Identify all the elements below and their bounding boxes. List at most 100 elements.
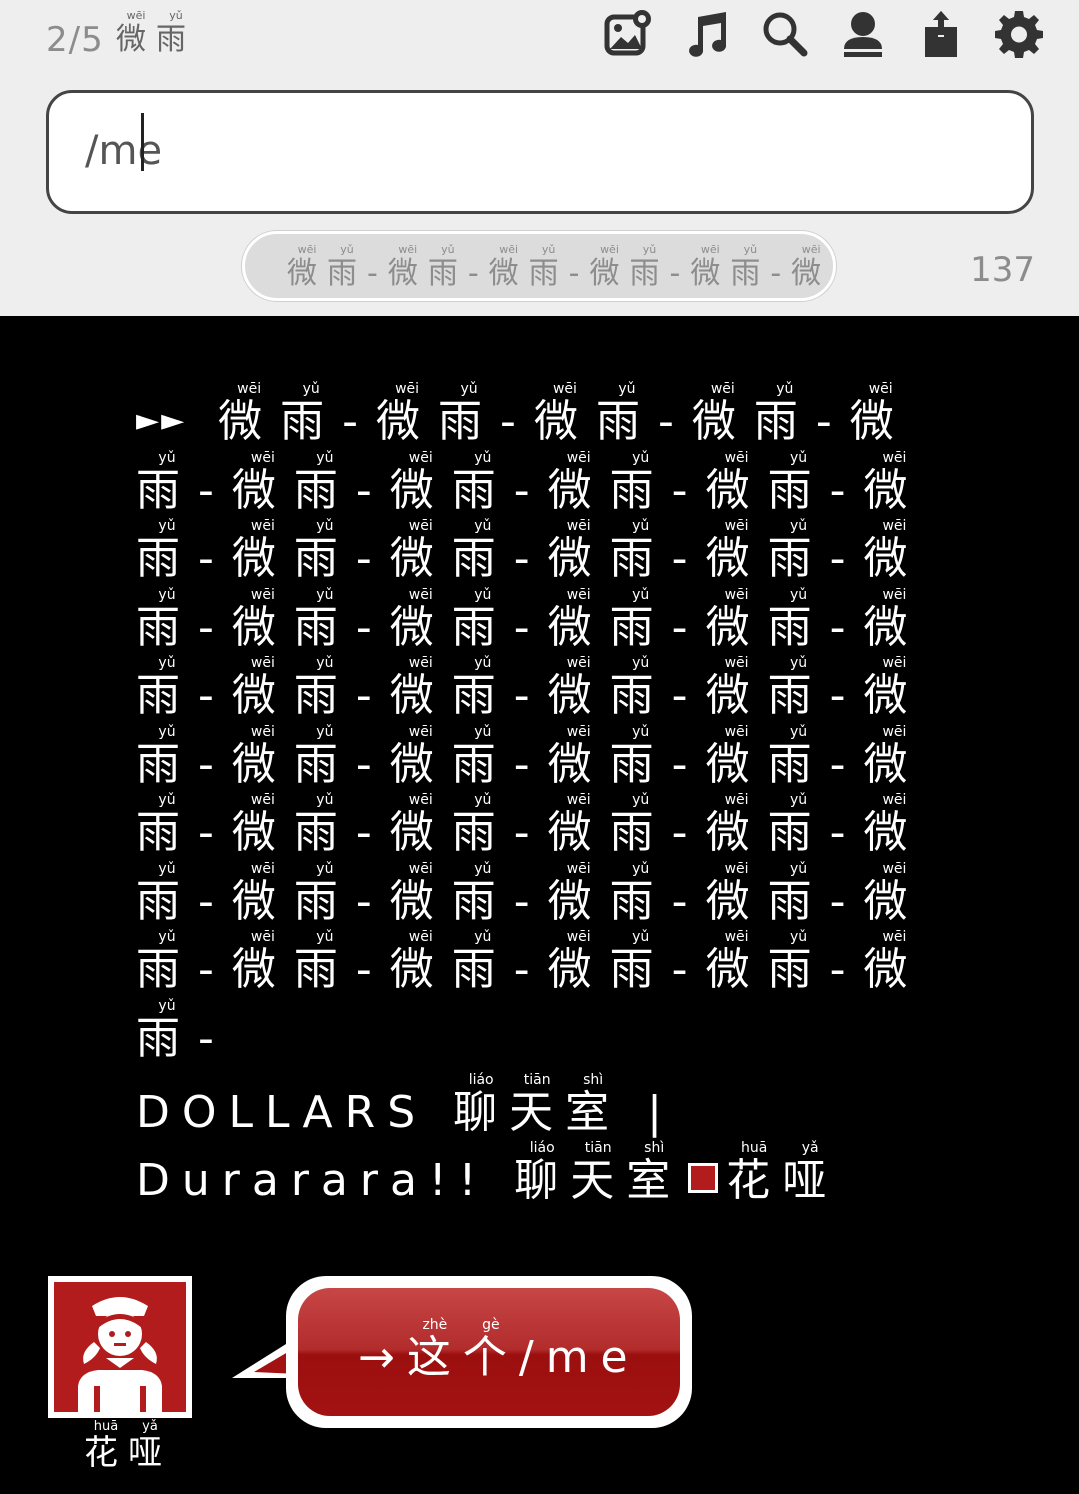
ruby-char: 雨yǔ (293, 655, 356, 721)
ruby-char: 微wēi (705, 929, 768, 995)
share-button[interactable] (911, 6, 971, 62)
ruby-char: 雨yǔ (451, 929, 514, 995)
settings-button[interactable] (989, 6, 1049, 62)
ruby-char: 雨yǔ (451, 723, 514, 790)
plain-char: - (355, 944, 390, 995)
history-preview-text: 微wēi雨yǔ-微wēi雨yǔ-微wēi雨yǔ-微wēi雨yǔ-微wēi雨yǔ-… (287, 243, 833, 292)
ruby-char: 微wēi (705, 723, 768, 790)
ruby-char: 微wēi (705, 518, 768, 584)
toolbar (599, 6, 1049, 62)
plain-char: - (355, 738, 390, 790)
ruby-char: 微wēi (231, 518, 294, 584)
plain-char: - (568, 256, 590, 291)
avatar[interactable] (48, 1276, 192, 1418)
plain-char: - (355, 601, 390, 653)
ruby-char: 微wēi (705, 449, 768, 516)
music-icon (689, 12, 727, 57)
ruby-char: 雨yǔ (767, 449, 830, 516)
ruby-char: 微wēi (389, 449, 452, 516)
ruby-char: 微wēi (231, 655, 294, 721)
ruby-char: 微wēi (389, 723, 452, 790)
ruby-char: 微wēi (231, 929, 294, 995)
ruby-char: 聊liáo (514, 1140, 571, 1206)
music-button[interactable] (677, 6, 737, 62)
ruby-char: 雨yǔ (293, 723, 356, 790)
ruby-char: 微wēi (547, 860, 610, 927)
plain-char: - (671, 944, 706, 995)
text-caret (141, 113, 144, 171)
ruby-char: 雨yǔ (451, 655, 514, 721)
ruby-char: 雨yǔ (767, 655, 830, 721)
plain-char: - (513, 533, 548, 584)
ruby-char: 微wēi (849, 381, 912, 447)
ruby-char: 雨yǔ (327, 243, 367, 291)
ruby-char: 雨yǔ (767, 723, 830, 790)
plain-char: - (829, 807, 864, 858)
ruby-char: 雨yǔ (609, 792, 672, 858)
ruby-char: 微wēi (547, 586, 610, 653)
ruby-char: 微wēi (231, 792, 294, 858)
ruby-char: 微wēi (533, 381, 596, 447)
speech-bubble: →这zhè个gè/me (286, 1276, 692, 1428)
plain-char: - (671, 533, 706, 584)
plain-char: - (829, 875, 864, 927)
chat-log[interactable]: ►► 微wēi雨yǔ-微wēi雨yǔ-微wēi雨yǔ-微wēi雨yǔ-微wēi雨… (0, 316, 1079, 1494)
ruby-char: 微wēi (705, 792, 768, 858)
message-box[interactable] (46, 90, 1034, 214)
ruby-char: 微wēi (863, 792, 926, 858)
ruby-char: 哑yǎ (782, 1140, 839, 1206)
ruby-char: 雨yǔ (280, 381, 343, 447)
message-author: 花huā哑yǎ (84, 1419, 172, 1474)
ruby-char: 微wēi (376, 381, 439, 447)
user-button[interactable] (833, 6, 893, 62)
ruby-char: 微wēi (863, 586, 926, 653)
plain-char: - (198, 601, 232, 653)
ruby-char: 雨yǔ (451, 792, 514, 858)
ruby-char: 微wēi (389, 792, 452, 858)
ruby-char: 这zhè (406, 1317, 463, 1383)
ruby-char: 雨yǔ (767, 518, 830, 584)
room-banner: DOLLARS 聊liáo天tiān室shì | Durarara!! 聊liá… (136, 1072, 1006, 1215)
ruby-char: 雨yǔ (293, 929, 356, 995)
ruby-char: 微wēi (488, 243, 529, 291)
ruby-char: 雨yǔ (609, 586, 672, 653)
room-name-text: 微wēi雨yǔ (116, 9, 196, 57)
system-message-body: 微wēi雨yǔ-微wēi雨yǔ-微wēi雨yǔ-微wēi雨yǔ-微wēi雨yǔ-… (136, 381, 926, 1064)
ruby-char: 微wēi (691, 381, 754, 447)
plain-char: - (657, 396, 692, 447)
message-input[interactable] (85, 121, 985, 181)
ruby-char: 微wēi (231, 723, 294, 790)
share-icon (925, 11, 957, 57)
ruby-char: 微wēi (863, 723, 926, 790)
plain-char: /me (518, 1332, 640, 1383)
ruby-char: 雨yǔ (136, 792, 198, 858)
ruby-char: 雨yǔ (293, 792, 356, 858)
plain-char: - (671, 875, 706, 927)
ruby-char: 微wēi (231, 860, 294, 927)
ruby-char: 雨yǔ (136, 997, 198, 1064)
room-owner-name: 花huā哑yǎ (726, 1140, 839, 1206)
plain-char: - (500, 396, 534, 447)
ruby-char: 花huā (726, 1140, 783, 1206)
search-button[interactable] (755, 6, 815, 62)
ruby-char: 雨yǔ (767, 860, 830, 927)
ruby-char: 微wēi (547, 518, 610, 584)
ruby-char: 微wēi (547, 723, 610, 790)
ruby-char: 雨yǔ (609, 449, 672, 516)
plain-char: - (467, 256, 489, 291)
image-button[interactable] (599, 6, 659, 62)
plain-char: - (198, 464, 232, 516)
ruby-char: 微wēi (389, 655, 452, 721)
ruby-char: 雨yǔ (438, 381, 501, 447)
plain-char: Durarara!! (136, 1155, 489, 1206)
message-history-preview[interactable]: 微wēi雨yǔ-微wēi雨yǔ-微wēi雨yǔ-微wēi雨yǔ-微wēi雨yǔ-… (242, 231, 836, 301)
ruby-char: 雨yǔ (293, 449, 356, 516)
plain-char: - (198, 944, 232, 995)
ruby-char: 雨yǔ (451, 449, 514, 516)
plain-char: - (355, 464, 390, 516)
ruby-char: 雨yǔ (136, 860, 198, 927)
ruby-char: 雨yǔ (136, 449, 198, 516)
ruby-char: 微wēi (547, 792, 610, 858)
ruby-char: 雨yǔ (451, 586, 514, 653)
search-icon (763, 12, 808, 57)
